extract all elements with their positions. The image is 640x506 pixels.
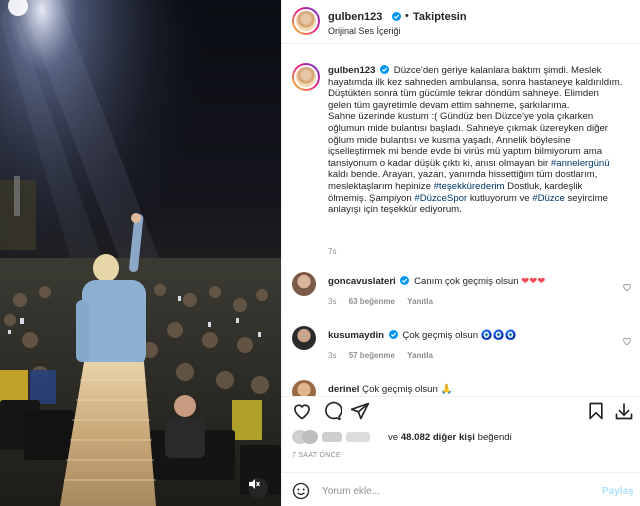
comment-emoji: ❤❤❤ xyxy=(521,276,546,287)
liked-by-avatars xyxy=(292,430,318,444)
separator-dot: • xyxy=(405,10,409,22)
comment-meta: 3s 63 beğenme Yanıtla xyxy=(328,297,443,306)
heart-icon[interactable] xyxy=(292,401,312,421)
verified-badge-icon xyxy=(380,65,390,74)
post-header: gulben123 • Takiptesin Orijinal Ses İçer… xyxy=(282,0,640,44)
likes-suffix: beğendi xyxy=(477,432,512,443)
caption-fragment: seyircime xyxy=(564,192,608,204)
blurred-username xyxy=(346,432,370,442)
speaker-muted-icon xyxy=(249,479,260,489)
verified-badge-icon xyxy=(400,276,410,285)
caption-line: kaldı bende. Arayan, yazan, yanımda hiss… xyxy=(328,169,598,181)
caption-line: Sahne üzerinde kustum :( Gündüz ben Düzc… xyxy=(328,111,594,123)
comment-body: Çok geçmiş olsun 🙏 xyxy=(362,384,453,395)
comment-like-heart-icon[interactable] xyxy=(622,336,632,346)
comment-input[interactable] xyxy=(322,481,582,501)
caption-fragment: Dostluk, kardeşlik xyxy=(504,180,583,192)
download-icon[interactable] xyxy=(614,401,634,421)
reply-button[interactable]: Yanıtla xyxy=(407,297,433,306)
following-button[interactable]: Takiptesin xyxy=(413,11,467,23)
caption-line: oğlum mide bulantısı ve kusma yaşadı. An… xyxy=(328,134,571,146)
caption-line: Düzce'den geriye kalanlara baktım şimdi.… xyxy=(393,65,602,76)
hashtag-link[interactable]: #Düzce xyxy=(532,193,565,204)
blurred-username xyxy=(322,432,342,442)
comment-text: kusumaydin Çok geçmiş olsun 🧿🧿🧿 xyxy=(328,330,517,341)
comment-emoji: 🧿🧿🧿 xyxy=(480,330,517,341)
post-username[interactable]: gulben123 xyxy=(328,11,382,23)
emoji-icon[interactable] xyxy=(292,482,310,500)
avatar xyxy=(302,430,318,444)
avatar[interactable] xyxy=(294,9,318,33)
comment-username[interactable]: derinel xyxy=(328,384,359,395)
comment-body: Canım çok geçmiş olsun xyxy=(414,276,519,287)
avatar[interactable] xyxy=(292,326,316,350)
caption-timestamp[interactable]: 7s xyxy=(328,247,336,256)
caption-line: ölmemiş. Şampiyon xyxy=(328,192,412,204)
caption-line: hayatımda ilk kez sahneden ambulansa, so… xyxy=(328,76,623,88)
caption-username[interactable]: gulben123 xyxy=(328,65,375,76)
caption-line: içselleştirmek mi bende evde bi virüs mü… xyxy=(328,146,603,158)
comment-likes[interactable]: 57 beğenme xyxy=(349,351,395,360)
hashtag-link[interactable]: #annelergünü xyxy=(551,158,610,169)
comment-item: goncavuslateri Canım çok geçmiş olsun ❤❤… xyxy=(282,272,640,314)
comment-username[interactable]: goncavuslateri xyxy=(328,276,396,287)
post-media-video[interactable] xyxy=(0,0,281,506)
post-timestamp[interactable]: 7 SAAT ÖNCE xyxy=(292,452,341,459)
post-details-panel: gulben123 • Takiptesin Orijinal Ses İçer… xyxy=(281,0,640,506)
mute-button[interactable] xyxy=(248,478,268,498)
caption-line: tansiyonum o kadar düşük çıktı ki, anısı… xyxy=(328,157,549,169)
comment-time[interactable]: 3s xyxy=(328,297,336,306)
verified-badge-icon xyxy=(388,330,398,339)
post-actions-bar xyxy=(282,396,640,426)
comment-username[interactable]: kusumaydin xyxy=(328,330,384,341)
comment-text: goncavuslateri Canım çok geçmiş olsun ❤❤… xyxy=(328,276,545,287)
caption-text: gulben123 Düzce'den geriye kalanlara bak… xyxy=(328,65,628,216)
likes-count[interactable]: 48.082 diğer kişi xyxy=(401,432,475,443)
send-icon[interactable] xyxy=(350,401,370,421)
hashtag-link[interactable]: #teşekkürederim xyxy=(434,181,505,192)
hashtag-link[interactable]: #DüzceSpor xyxy=(414,193,467,204)
comment-meta: 3s 57 beğenme Yanıtla xyxy=(328,351,443,360)
reply-button[interactable]: Yanıtla xyxy=(407,351,433,360)
avatar[interactable] xyxy=(292,272,316,296)
caption-fragment: kutluyorum ve xyxy=(467,192,533,204)
bookmark-icon[interactable] xyxy=(586,401,606,421)
likes-text: ve 48.082 diğer kişi beğendi xyxy=(388,432,512,443)
caption-line: Düştükten sonra tüm gücümle tekrar döndü… xyxy=(328,88,599,100)
comment-text: derinel Çok geçmiş olsun 🙏 xyxy=(328,384,452,395)
verified-badge-icon xyxy=(392,12,401,21)
comment-time[interactable]: 3s xyxy=(328,351,336,360)
comment-item: kusumaydin Çok geçmiş olsun 🧿🧿🧿 3s 57 be… xyxy=(282,326,640,368)
concert-scene xyxy=(0,0,281,506)
caption-line: gelen tüm gayretimle devam ettim sahneme… xyxy=(328,99,570,111)
comment-icon[interactable] xyxy=(322,401,342,421)
caption-line: oğlumun mide bulantısı başladı. Sahneye … xyxy=(328,122,608,134)
comment-like-heart-icon[interactable] xyxy=(622,282,632,292)
avatar[interactable] xyxy=(294,65,318,89)
comment-likes[interactable]: 63 beğenme xyxy=(349,297,395,306)
audio-label[interactable]: Orijinal Ses İçeriği xyxy=(328,26,401,36)
add-comment-bar: Paylaş xyxy=(282,472,640,506)
post-comment-button[interactable]: Paylaş xyxy=(602,486,634,497)
comment-body: Çok geçmiş olsun xyxy=(402,330,479,341)
comment-item: derinel Çok geçmiş olsun 🙏 xyxy=(282,380,640,396)
likes-connector: ve xyxy=(388,432,399,443)
avatar[interactable] xyxy=(292,380,316,396)
caption-line: anlayışı için teşekkür ediyorum. xyxy=(328,204,462,216)
caption-line: meslektaşlarım hepinize xyxy=(328,180,431,192)
